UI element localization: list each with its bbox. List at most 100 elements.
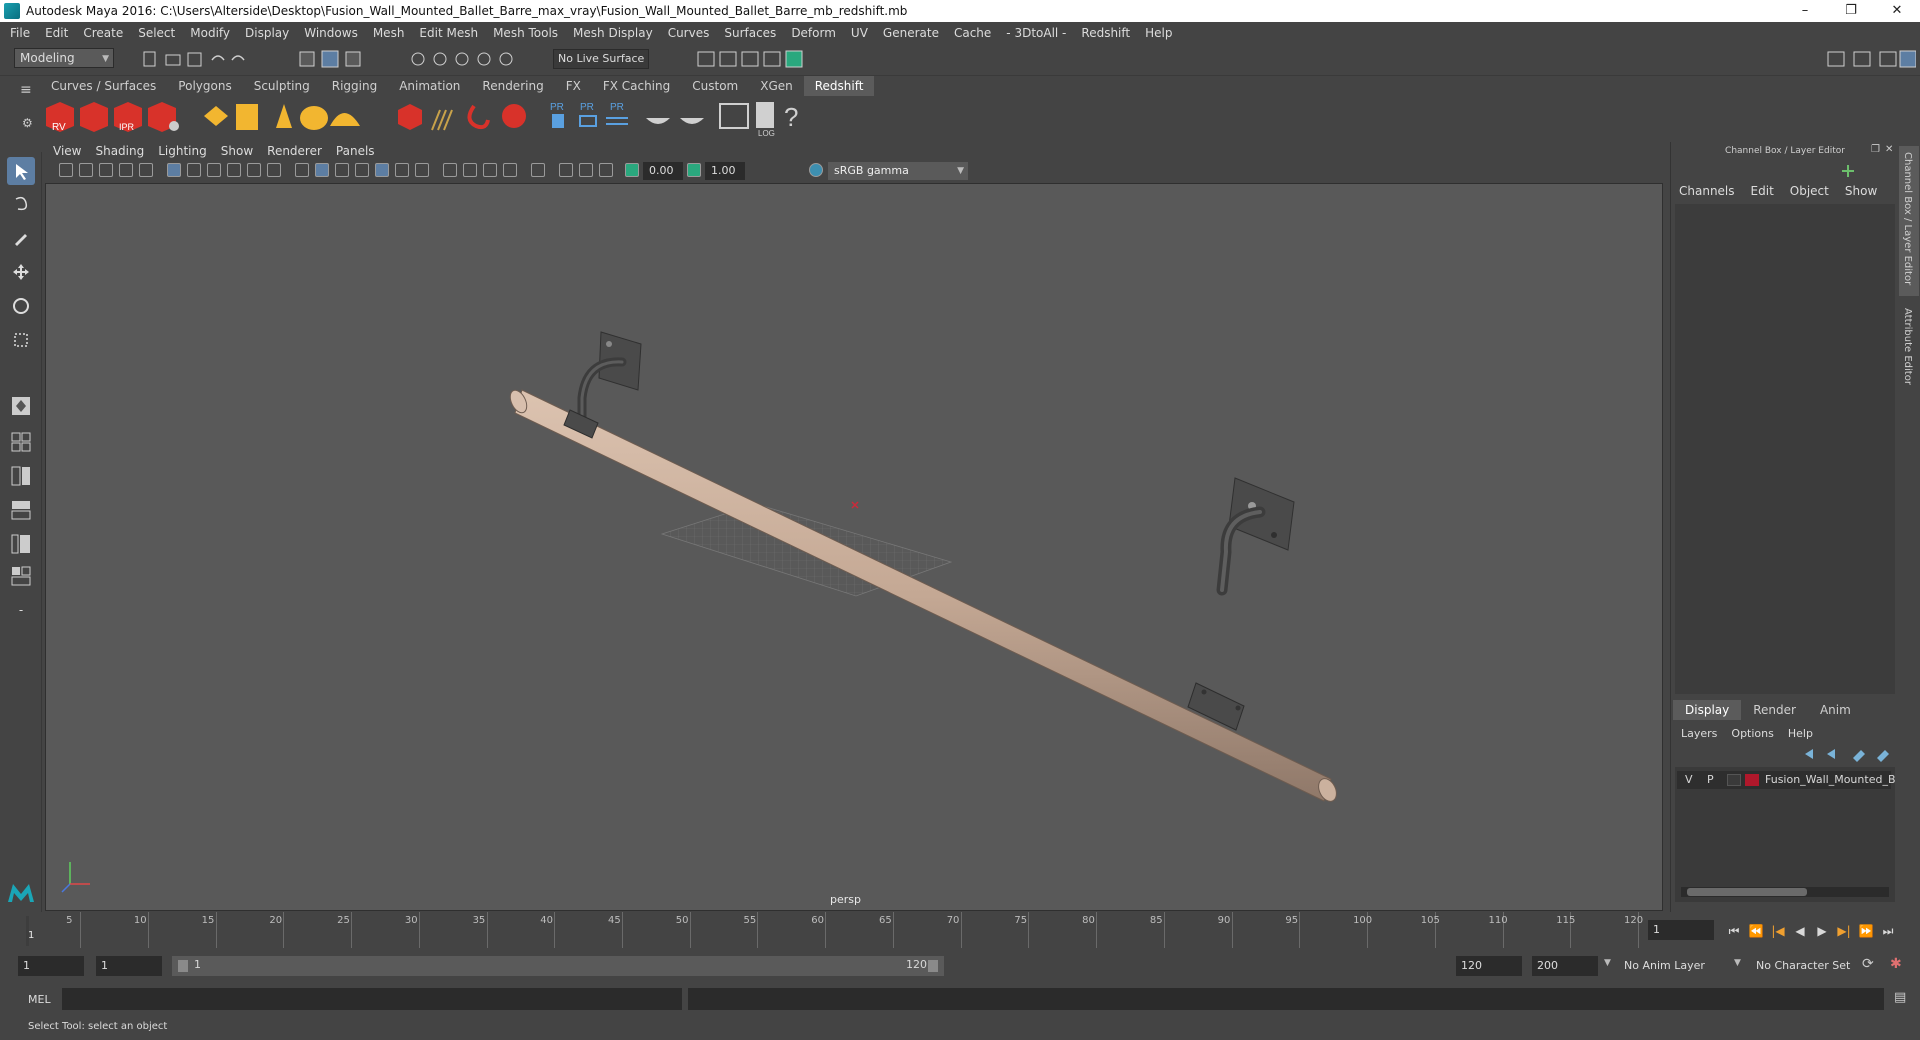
ambient-occlusion-icon[interactable] xyxy=(443,163,457,177)
xray-icon[interactable] xyxy=(559,163,573,177)
redshift-settings-icon[interactable] xyxy=(148,102,179,132)
range-slider[interactable]: 1 120 xyxy=(172,956,944,976)
viewport-menu-panels[interactable]: Panels xyxy=(336,144,375,158)
layer-name[interactable]: Fusion_Wall_Mounted_B xyxy=(1765,771,1896,789)
tab-rigging[interactable]: Rigging xyxy=(321,76,388,96)
scale-tool-icon[interactable] xyxy=(7,326,35,354)
cb-show-menu[interactable]: Show xyxy=(1845,184,1877,198)
menu-mesh[interactable]: Mesh xyxy=(373,26,405,40)
channel-box-side-tab[interactable]: Channel Box / Layer Editor xyxy=(1899,146,1919,296)
gamma-toggle-icon[interactable] xyxy=(687,163,701,177)
menu-surfaces[interactable]: Surfaces xyxy=(724,26,776,40)
safe-action-icon[interactable] xyxy=(267,163,281,177)
bookmark-icon[interactable] xyxy=(99,163,113,177)
script-editor-button-icon[interactable]: ▤ xyxy=(1894,990,1906,1005)
isolate-select-icon[interactable] xyxy=(531,163,545,177)
shelf-menu-icon[interactable]: ≡ xyxy=(20,82,32,98)
minimize-button[interactable]: – xyxy=(1782,0,1828,22)
tab-rendering[interactable]: Rendering xyxy=(471,76,554,96)
layer-playback-toggle[interactable]: P xyxy=(1707,771,1714,789)
command-input[interactable] xyxy=(62,988,682,1010)
shade-wireframe-icon[interactable] xyxy=(335,163,349,177)
menu-modify[interactable]: Modify xyxy=(190,26,230,40)
toolbox-more-icon[interactable]: - xyxy=(7,596,35,624)
playback-end-field[interactable]: 120 xyxy=(1456,956,1522,976)
tab-fx[interactable]: FX xyxy=(555,76,592,96)
paint-select-tool-icon[interactable] xyxy=(7,224,35,252)
color-management-icon[interactable] xyxy=(809,163,823,177)
character-set-dropdown[interactable]: No Character Set xyxy=(1752,956,1872,976)
menu-create[interactable]: Create xyxy=(83,26,123,40)
tab-render-layers[interactable]: Render xyxy=(1741,700,1808,720)
menu-edit[interactable]: Edit xyxy=(45,26,68,40)
film-gate-icon[interactable] xyxy=(187,163,201,177)
menu-cache[interactable]: Cache xyxy=(954,26,991,40)
two-view-side-layout-icon[interactable] xyxy=(7,462,35,490)
redshift-area-light-icon[interactable] xyxy=(204,106,228,126)
character-set-arrow-icon[interactable]: ▼ xyxy=(1734,958,1741,968)
grid-toggle-icon[interactable] xyxy=(167,163,181,177)
viewport-menu-view[interactable]: View xyxy=(53,144,81,158)
menu-mesh-display[interactable]: Mesh Display xyxy=(573,26,653,40)
menu-curves[interactable]: Curves xyxy=(668,26,710,40)
redshift-portal-light-icon[interactable] xyxy=(236,104,258,130)
anim-layer-arrow-icon[interactable]: ▼ xyxy=(1604,958,1611,968)
animation-preferences-icon[interactable]: ✱ xyxy=(1890,956,1902,972)
textured-icon[interactable] xyxy=(375,163,389,177)
layer-list-scrollbar[interactable] xyxy=(1681,887,1889,897)
display-layer-row[interactable]: V P Fusion_Wall_Mounted_B xyxy=(1677,771,1896,789)
viewport-menu-shading[interactable]: Shading xyxy=(95,144,144,158)
tab-redshift[interactable]: Redshift xyxy=(803,76,875,96)
menu-uv[interactable]: UV xyxy=(851,26,868,40)
redshift-hair-icon[interactable] xyxy=(431,109,453,131)
range-start-handle[interactable] xyxy=(178,960,188,972)
layer-options-menu[interactable]: Options xyxy=(1731,727,1773,740)
menu-windows[interactable]: Windows xyxy=(304,26,358,40)
menu-help[interactable]: Help xyxy=(1145,26,1172,40)
script-editor-icon[interactable] xyxy=(719,103,749,129)
lights-icon[interactable] xyxy=(395,163,409,177)
viewport-menu-show[interactable]: Show xyxy=(221,144,253,158)
viewport-menu-lighting[interactable]: Lighting xyxy=(158,144,207,158)
auto-key-icon[interactable]: ⟳ xyxy=(1862,956,1874,972)
redshift-dome-light-icon[interactable] xyxy=(300,106,328,130)
attribute-editor-side-tab[interactable]: Attribute Editor xyxy=(1899,302,1919,402)
tab-curves-surfaces[interactable]: Curves / Surfaces xyxy=(40,76,167,96)
single-perspective-layout-icon[interactable] xyxy=(7,392,35,420)
tab-custom[interactable]: Custom xyxy=(681,76,749,96)
playback-start-field[interactable]: 1 xyxy=(96,956,162,976)
wireframe-icon[interactable] xyxy=(295,163,309,177)
motion-blur-icon[interactable] xyxy=(463,163,477,177)
anim-layer-dropdown[interactable]: No Anim Layer xyxy=(1620,956,1740,976)
go-to-end-icon[interactable]: ⏭ xyxy=(1880,923,1896,939)
time-slider[interactable]: 1 5 10 15 20 25 30 35 40 45 50 55 60 65 70 75 80 85 90 95 1… xyxy=(20,912,1645,948)
grease-pencil-icon[interactable] xyxy=(139,163,153,177)
maximize-button[interactable]: ❐ xyxy=(1828,0,1874,22)
move-tool-icon[interactable] xyxy=(7,258,35,286)
play-backwards-icon[interactable]: ◀ xyxy=(1792,923,1808,939)
tab-display-layers[interactable]: Display xyxy=(1673,700,1742,720)
field-chart-icon[interactable] xyxy=(247,163,261,177)
layer-visibility-toggle[interactable]: V xyxy=(1685,771,1693,789)
graph-editor-layout-icon[interactable] xyxy=(7,562,35,590)
menu-deform[interactable]: Deform xyxy=(791,26,836,40)
layer-help-menu[interactable]: Help xyxy=(1788,727,1813,740)
outliner-persp-layout-icon[interactable] xyxy=(7,530,35,558)
layer-scroll-thumb[interactable] xyxy=(1687,888,1807,896)
close-button[interactable]: ✕ xyxy=(1874,0,1920,22)
cb-object-menu[interactable]: Object xyxy=(1790,184,1829,198)
redshift-render-view-icon[interactable]: RV xyxy=(46,102,74,133)
close-panel-icon[interactable]: ✕ xyxy=(1885,144,1893,155)
step-forward-frame-icon[interactable]: ▶| xyxy=(1836,923,1852,939)
exposure-toggle-icon[interactable] xyxy=(625,163,639,177)
pr-export-icon[interactable]: PR xyxy=(579,102,597,127)
gamma-field[interactable]: 1.00 xyxy=(705,162,745,180)
smooth-shade-icon[interactable] xyxy=(315,163,329,177)
redshift-spot-light-icon[interactable] xyxy=(276,104,292,128)
menu-mesh-tools[interactable]: Mesh Tools xyxy=(493,26,558,40)
tab-anim-layers[interactable]: Anim xyxy=(1808,700,1863,720)
menu-select[interactable]: Select xyxy=(138,26,175,40)
tab-sculpting[interactable]: Sculpting xyxy=(243,76,321,96)
redshift-curve-icon[interactable] xyxy=(467,104,490,130)
pr-convert-icon[interactable]: PR xyxy=(606,102,628,125)
